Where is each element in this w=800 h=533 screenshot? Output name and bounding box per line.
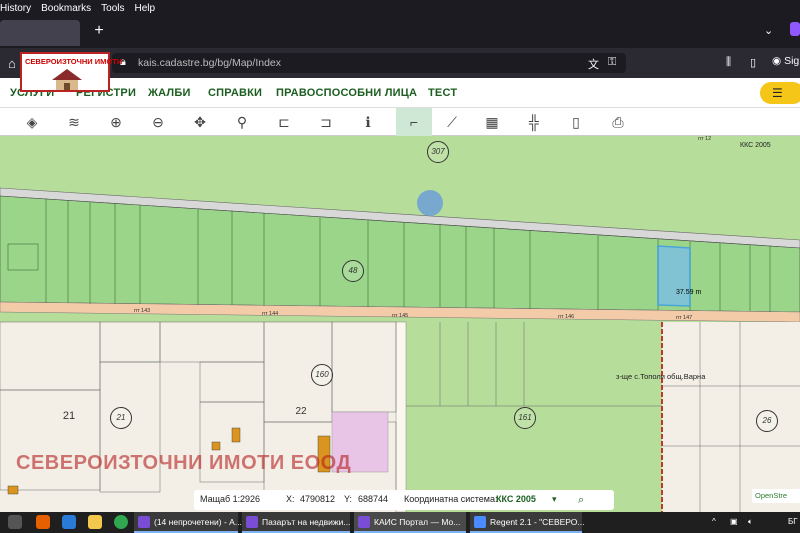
taskbar-item[interactable]: Пазарът на недвижи... bbox=[242, 512, 350, 533]
tab-strip: + ⌄ bbox=[0, 16, 800, 48]
taskbar-item[interactable]: Regent 2.1 - "СЕВЕРО... bbox=[470, 512, 585, 533]
road-label: пт 146 bbox=[558, 314, 575, 320]
scale-label: Мащаб 1: bbox=[200, 494, 241, 504]
measure-distance-icon[interactable]: ⌐ bbox=[396, 108, 432, 136]
app-icon bbox=[246, 516, 258, 528]
translate-icon[interactable]: 文 bbox=[588, 56, 599, 72]
nav-references[interactable]: СПРАВКИ bbox=[208, 87, 262, 99]
plot-badge: 26 bbox=[756, 410, 778, 432]
road-label: пт 147 bbox=[676, 315, 693, 321]
nav-complaints[interactable]: ЖАЛБИ bbox=[148, 87, 191, 99]
logo-text: СЕВЕРОИЗТОЧНИ ИМОТИ bbox=[25, 57, 123, 66]
map-status-bar: Мащаб 1: 2926 X: 4790812 Y: 688744 Коорд… bbox=[194, 490, 614, 510]
scale-value: 2926 bbox=[240, 494, 261, 504]
village-label: з-ще с.Тополи общ.Варна bbox=[616, 372, 706, 381]
menu-bookmarks[interactable]: Bookmarks bbox=[41, 3, 91, 14]
cadastral-map[interactable]: ККС 2005 307 48 160 21 22 161 26 21 37.5… bbox=[0, 136, 800, 512]
volume-icon[interactable]: 🔈︎ bbox=[748, 517, 753, 527]
account-button[interactable]: ◉ Sig bbox=[772, 55, 799, 67]
y-value: 688744 bbox=[358, 494, 389, 504]
taskbar-item[interactable]: (14 непрочетени) - А... bbox=[134, 512, 242, 533]
nav-test[interactable]: ТЕСТ bbox=[428, 87, 457, 99]
language-indicator[interactable]: БГ bbox=[788, 517, 798, 526]
network-icon[interactable]: ▣ bbox=[730, 517, 738, 526]
layers-icon[interactable]: ≋ bbox=[64, 112, 84, 132]
measurement-label: 37.59 m bbox=[676, 289, 702, 296]
key-icon[interactable]: ⚿ bbox=[608, 56, 616, 69]
road-label: пт 145 bbox=[392, 313, 409, 319]
taskbar-item-label: Regent 2.1 - "СЕВЕРО... bbox=[490, 517, 585, 527]
taskbar-item-active[interactable]: КАИС Портал — Мо... bbox=[354, 512, 466, 533]
search-icon[interactable] bbox=[8, 515, 22, 529]
site-navigation: УСЛУГИ РЕГИСТРИ ЖАЛБИ СПРАВКИ ПРАВОСПОСО… bbox=[0, 78, 800, 108]
menu-button[interactable]: ☰ bbox=[760, 82, 800, 104]
layers-base-icon[interactable]: ◈ bbox=[22, 112, 42, 132]
x-label: X: bbox=[286, 494, 295, 504]
crosshair-icon[interactable]: ╬ bbox=[524, 112, 544, 132]
active-tab[interactable] bbox=[0, 20, 80, 46]
chevron-down-icon[interactable]: ▾ bbox=[552, 494, 557, 505]
folder-icon[interactable] bbox=[88, 515, 102, 529]
extension-icon[interactable] bbox=[790, 22, 800, 36]
sidebar-icon[interactable]: ▯ bbox=[750, 56, 756, 69]
info-icon[interactable]: ℹ bbox=[358, 112, 378, 132]
new-tab-button[interactable]: + bbox=[90, 22, 108, 40]
watermark-text: СЕВЕРОИЗТОЧНИ ИМОТИ ЕООД bbox=[16, 452, 352, 474]
company-logo: СЕВЕРОИЗТОЧНИ ИМОТИ bbox=[20, 52, 122, 92]
search-icon[interactable]: ⌕ bbox=[578, 494, 584, 507]
map-toolbar: ◈ ≋ ⊕ ⊖ ✥ ⚲ ⊏ ⊐ ℹ ⌐ ⟋ ▦ ╬ ▯ ⎙ bbox=[0, 108, 800, 136]
crs-label: Координатна система: bbox=[404, 494, 498, 504]
taskbar-item-label: Пазарът на недвижи... bbox=[262, 517, 351, 527]
app-icon bbox=[474, 516, 486, 528]
road-label: пт 12 bbox=[698, 136, 712, 142]
nav-licensed-persons[interactable]: ПРАВОСПОСОБНИ ЛИЦА bbox=[276, 87, 417, 99]
menu-history[interactable]: History bbox=[0, 3, 31, 14]
crs-select[interactable]: ККС 2005 bbox=[496, 494, 536, 504]
location-pin-icon[interactable]: ⚲ bbox=[232, 112, 252, 132]
road-label: пт 144 bbox=[262, 311, 279, 317]
plot-number: 21 bbox=[62, 410, 76, 422]
x-value: 4790812 bbox=[300, 494, 336, 504]
plot-badge: 160 bbox=[311, 364, 333, 386]
plot-badge: 21 bbox=[110, 407, 132, 429]
openstreetmap-attribution[interactable]: OpenStre bbox=[752, 489, 800, 503]
app-icon bbox=[138, 516, 150, 528]
select-remove-icon[interactable]: ⊐ bbox=[316, 112, 336, 132]
menu-help[interactable]: Help bbox=[135, 3, 156, 14]
url-field[interactable]: 🔒︎ kais.cadastre.bg/bg/Map/Index 文 ⚿ bbox=[112, 53, 626, 73]
firefox-icon[interactable] bbox=[36, 515, 50, 529]
chrome-icon[interactable] bbox=[114, 515, 128, 529]
zoom-in-icon[interactable]: ⊕ bbox=[106, 112, 126, 132]
taskbar: (14 непрочетени) - А... Пазарът на недви… bbox=[0, 512, 800, 533]
select-add-icon[interactable]: ⊏ bbox=[274, 112, 294, 132]
taskbar-item-label: КАИС Портал — Мо... bbox=[374, 517, 461, 527]
plot-badge: 161 bbox=[514, 407, 536, 429]
zoom-out-icon[interactable]: ⊖ bbox=[148, 112, 168, 132]
plot-badge: 307 bbox=[427, 141, 449, 163]
chevron-down-icon[interactable]: ⌄ bbox=[764, 24, 773, 37]
url-text[interactable]: kais.cadastre.bg/bg/Map/Index bbox=[138, 57, 281, 69]
document-icon[interactable]: ▯ bbox=[566, 112, 586, 132]
menu-tools[interactable]: Tools bbox=[101, 3, 124, 14]
taskbar-item-label: (14 непрочетени) - А... bbox=[154, 517, 242, 527]
tray-chevron-icon[interactable]: ^ bbox=[712, 517, 716, 526]
account-label: Sig bbox=[784, 55, 800, 67]
road-label: пт 143 bbox=[134, 308, 151, 314]
edge-icon[interactable] bbox=[62, 515, 76, 529]
library-icon[interactable]: ⫼ bbox=[726, 56, 731, 69]
print-icon[interactable]: ⎙ bbox=[608, 112, 628, 132]
app-icon bbox=[358, 516, 370, 528]
house-icon bbox=[52, 69, 82, 90]
measure-area-icon[interactable]: ⟋ bbox=[442, 112, 462, 132]
plot-number: 22 bbox=[295, 406, 307, 417]
pan-icon[interactable]: ✥ bbox=[190, 112, 210, 132]
menu-bar: History Bookmarks Tools Help bbox=[0, 0, 800, 16]
plot-badge: 48 bbox=[342, 260, 364, 282]
menu-icon: ☰ bbox=[772, 86, 783, 100]
y-label: Y: bbox=[344, 494, 353, 504]
map-crs-label: ККС 2005 bbox=[740, 142, 771, 149]
map-icon[interactable]: ▦ bbox=[482, 112, 502, 132]
